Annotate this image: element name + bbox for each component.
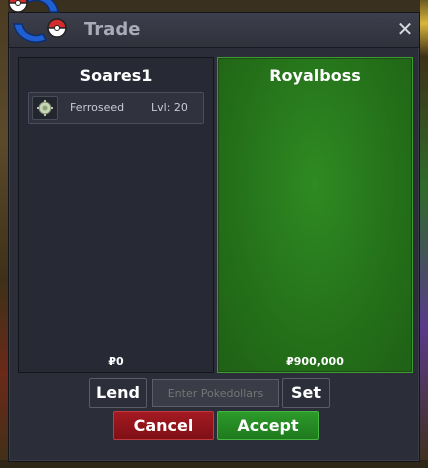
partner-money: ₽900,000 (286, 355, 344, 368)
game-background-right (420, 0, 428, 468)
close-icon[interactable]: ✕ (395, 18, 415, 40)
window-title: Trade (84, 19, 141, 40)
set-button[interactable]: Set (282, 378, 330, 408)
trade-item-slot[interactable]: Ferroseed Lvl: 20 (28, 92, 204, 124)
my-player-name: Soares1 (79, 66, 153, 85)
trade-logo-icon (0, 0, 76, 46)
trade-window: Trade ✕ Soares1 Ferroseed Lvl: 20 ₽0 Roy… (8, 12, 420, 462)
item-name: Ferroseed (70, 101, 125, 114)
lend-button[interactable]: Lend (89, 378, 147, 408)
partner-player-name: Royalboss (269, 66, 361, 85)
item-level: Lvl: 20 (151, 101, 188, 114)
pokedollars-input[interactable] (152, 379, 279, 407)
my-money: ₽0 (108, 355, 124, 368)
accept-button[interactable]: Accept (217, 411, 319, 440)
my-offer-panel: Soares1 Ferroseed Lvl: 20 ₽0 (18, 57, 214, 373)
game-background-left (0, 0, 8, 468)
cancel-button[interactable]: Cancel (113, 411, 214, 440)
partner-offer-panel: Royalboss ₽900,000 (217, 57, 413, 373)
ferroseed-icon (32, 96, 58, 120)
